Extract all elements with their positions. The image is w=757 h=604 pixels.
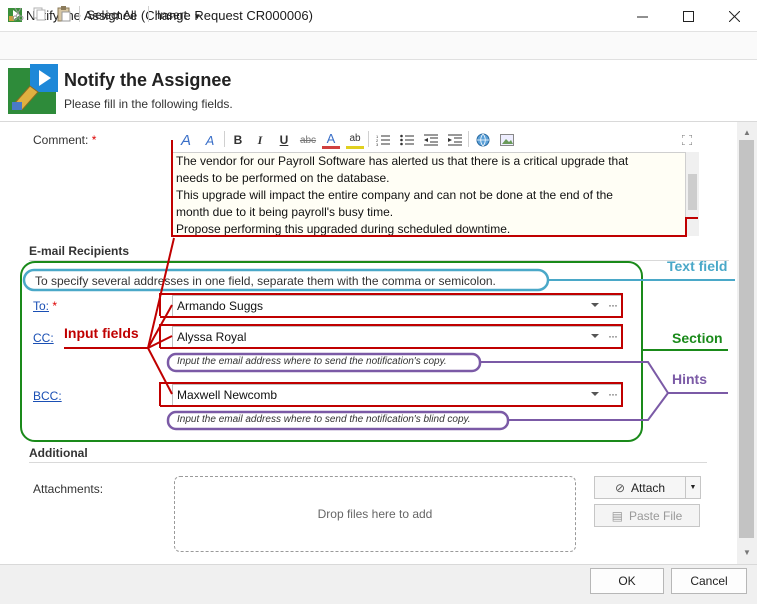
rt-separator bbox=[224, 131, 225, 147]
bcc-value: Maxwell Newcomb bbox=[177, 388, 278, 402]
attach-dropdown-button[interactable]: ▼ bbox=[685, 476, 701, 499]
chevron-down-icon: ▼ bbox=[193, 12, 202, 21]
scissors-icon[interactable] bbox=[9, 5, 27, 23]
chevron-down-icon[interactable] bbox=[591, 303, 599, 307]
input-fields-annotation-label: Input fields bbox=[64, 325, 139, 341]
cc-hint: Input the email address where to send th… bbox=[177, 356, 447, 367]
page-title: Notify the Assignee bbox=[64, 70, 232, 90]
numbered-list-icon[interactable]: 123 bbox=[374, 131, 392, 149]
to-field[interactable]: Armando Suggs ··· bbox=[172, 295, 622, 317]
minimize-button[interactable] bbox=[619, 0, 665, 32]
scroll-down-icon[interactable]: ▼ bbox=[737, 544, 757, 560]
chevron-down-icon: ▼ bbox=[689, 484, 697, 491]
close-icon bbox=[728, 10, 740, 22]
scroll-up-icon[interactable]: ▲ bbox=[737, 124, 757, 140]
comment-line: needs to be performed on the database. bbox=[176, 171, 390, 185]
text-field-annotation-label: Text field bbox=[667, 258, 728, 274]
underline-icon[interactable]: U bbox=[276, 131, 292, 149]
close-button[interactable] bbox=[711, 0, 757, 32]
strikethrough-icon[interactable]: abc bbox=[298, 131, 318, 149]
paperclip-icon: ⊘ bbox=[614, 480, 626, 495]
highlight-icon[interactable]: ab bbox=[346, 131, 364, 149]
paste-icon: ▤ bbox=[611, 508, 623, 523]
maximize-icon bbox=[682, 10, 694, 22]
hints-annotation-label: Hints bbox=[672, 371, 707, 387]
section-annotation-label: Section bbox=[672, 330, 723, 346]
paste-icon[interactable] bbox=[55, 5, 73, 23]
attachments-label: Attachments: bbox=[33, 482, 104, 496]
copy-icon[interactable] bbox=[31, 5, 49, 23]
select-all-button[interactable]: Select All bbox=[87, 8, 136, 22]
cc-value: Alyssa Royal bbox=[177, 330, 247, 344]
ellipsis-icon[interactable]: ··· bbox=[608, 329, 618, 343]
comment-line: month due to it being payroll's busy tim… bbox=[176, 205, 394, 219]
maximize-button[interactable] bbox=[665, 0, 711, 32]
font-size-decrease-icon[interactable]: A bbox=[200, 131, 220, 149]
cancel-button[interactable]: Cancel bbox=[671, 568, 747, 594]
section-divider bbox=[29, 260, 729, 261]
required-mark: * bbox=[52, 299, 58, 313]
chevron-down-icon[interactable] bbox=[591, 392, 599, 396]
bcc-link[interactable]: BCC: bbox=[33, 389, 62, 403]
attach-label: Attach bbox=[631, 480, 666, 495]
editor-scrollbar[interactable] bbox=[686, 152, 699, 236]
increase-indent-icon[interactable] bbox=[446, 131, 464, 149]
attach-button[interactable]: ⊘ Attach bbox=[594, 476, 686, 499]
hyperlink-icon[interactable] bbox=[474, 131, 492, 149]
insert-menu-button[interactable]: Insert ▼ bbox=[157, 8, 201, 22]
paste-file-button[interactable]: ▤ Paste File bbox=[594, 504, 700, 527]
required-mark: * bbox=[91, 133, 97, 147]
to-label: To: * bbox=[33, 299, 57, 313]
bulleted-list-icon[interactable] bbox=[398, 131, 416, 149]
ok-button[interactable]: OK bbox=[590, 568, 664, 594]
ellipsis-icon[interactable]: ··· bbox=[608, 387, 618, 401]
comment-line: This upgrade will impact the entire comp… bbox=[176, 188, 613, 202]
notify-workflow-icon bbox=[8, 64, 58, 114]
ellipsis-icon[interactable]: ··· bbox=[608, 298, 618, 312]
italic-icon[interactable]: I bbox=[252, 131, 268, 149]
page-subtitle: Please fill in the following fields. bbox=[64, 97, 233, 111]
paste-file-label: Paste File bbox=[628, 508, 683, 523]
drop-zone-text: Drop files here to add bbox=[317, 507, 433, 521]
cc-field[interactable]: Alyssa Royal ··· bbox=[172, 326, 622, 348]
file-drop-zone[interactable]: Drop files here to add bbox=[174, 476, 576, 552]
font-color-icon[interactable]: A bbox=[322, 131, 340, 149]
comment-line: The vendor for our Payroll Software has … bbox=[176, 154, 629, 168]
to-value: Armando Suggs bbox=[177, 299, 264, 313]
minimize-icon bbox=[636, 16, 648, 17]
scrollbar-thumb[interactable] bbox=[739, 140, 754, 538]
comment-label-text: Comment: bbox=[33, 133, 89, 147]
comment-label: Comment: * bbox=[33, 133, 96, 147]
section-divider bbox=[29, 462, 707, 463]
toolbar bbox=[0, 32, 757, 60]
bcc-field[interactable]: Maxwell Newcomb ··· bbox=[172, 384, 622, 406]
email-recipients-title: E-mail Recipients bbox=[29, 244, 130, 258]
font-size-increase-icon[interactable]: A bbox=[176, 131, 196, 149]
toolbar-separator bbox=[79, 6, 80, 22]
recipients-info-text: To specify several addresses in one fiel… bbox=[35, 274, 496, 288]
to-link[interactable]: To: bbox=[33, 299, 49, 313]
fullscreen-icon[interactable] bbox=[680, 131, 694, 149]
comment-line: Propose performing this upgraded during … bbox=[176, 222, 511, 236]
comment-editor[interactable]: The vendor for our Payroll Software has … bbox=[172, 152, 686, 236]
svg-text:3: 3 bbox=[376, 142, 379, 146]
insert-label: Insert bbox=[157, 8, 188, 22]
insert-image-icon[interactable] bbox=[498, 131, 516, 149]
bold-icon[interactable]: B bbox=[230, 131, 246, 149]
additional-title: Additional bbox=[29, 446, 88, 460]
chevron-down-icon[interactable] bbox=[591, 334, 599, 338]
decrease-indent-icon[interactable] bbox=[422, 131, 440, 149]
cc-link[interactable]: CC: bbox=[33, 331, 54, 345]
rt-separator bbox=[468, 131, 469, 147]
bcc-hint: Input the email address where to send th… bbox=[177, 414, 471, 425]
toolbar-separator bbox=[148, 6, 149, 22]
rt-separator bbox=[368, 131, 369, 147]
editor-scrollbar-thumb[interactable] bbox=[688, 174, 697, 210]
